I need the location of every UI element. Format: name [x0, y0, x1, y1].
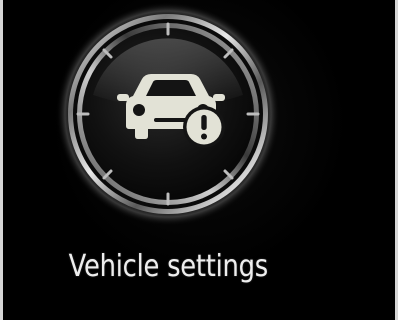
- gauge-dial: [56, 2, 280, 226]
- vehicle-settings-label: Vehicle settings: [68, 249, 268, 284]
- screen-frame: Vehicle settings: [0, 0, 398, 320]
- vehicle-settings-tile[interactable]: [53, 0, 283, 232]
